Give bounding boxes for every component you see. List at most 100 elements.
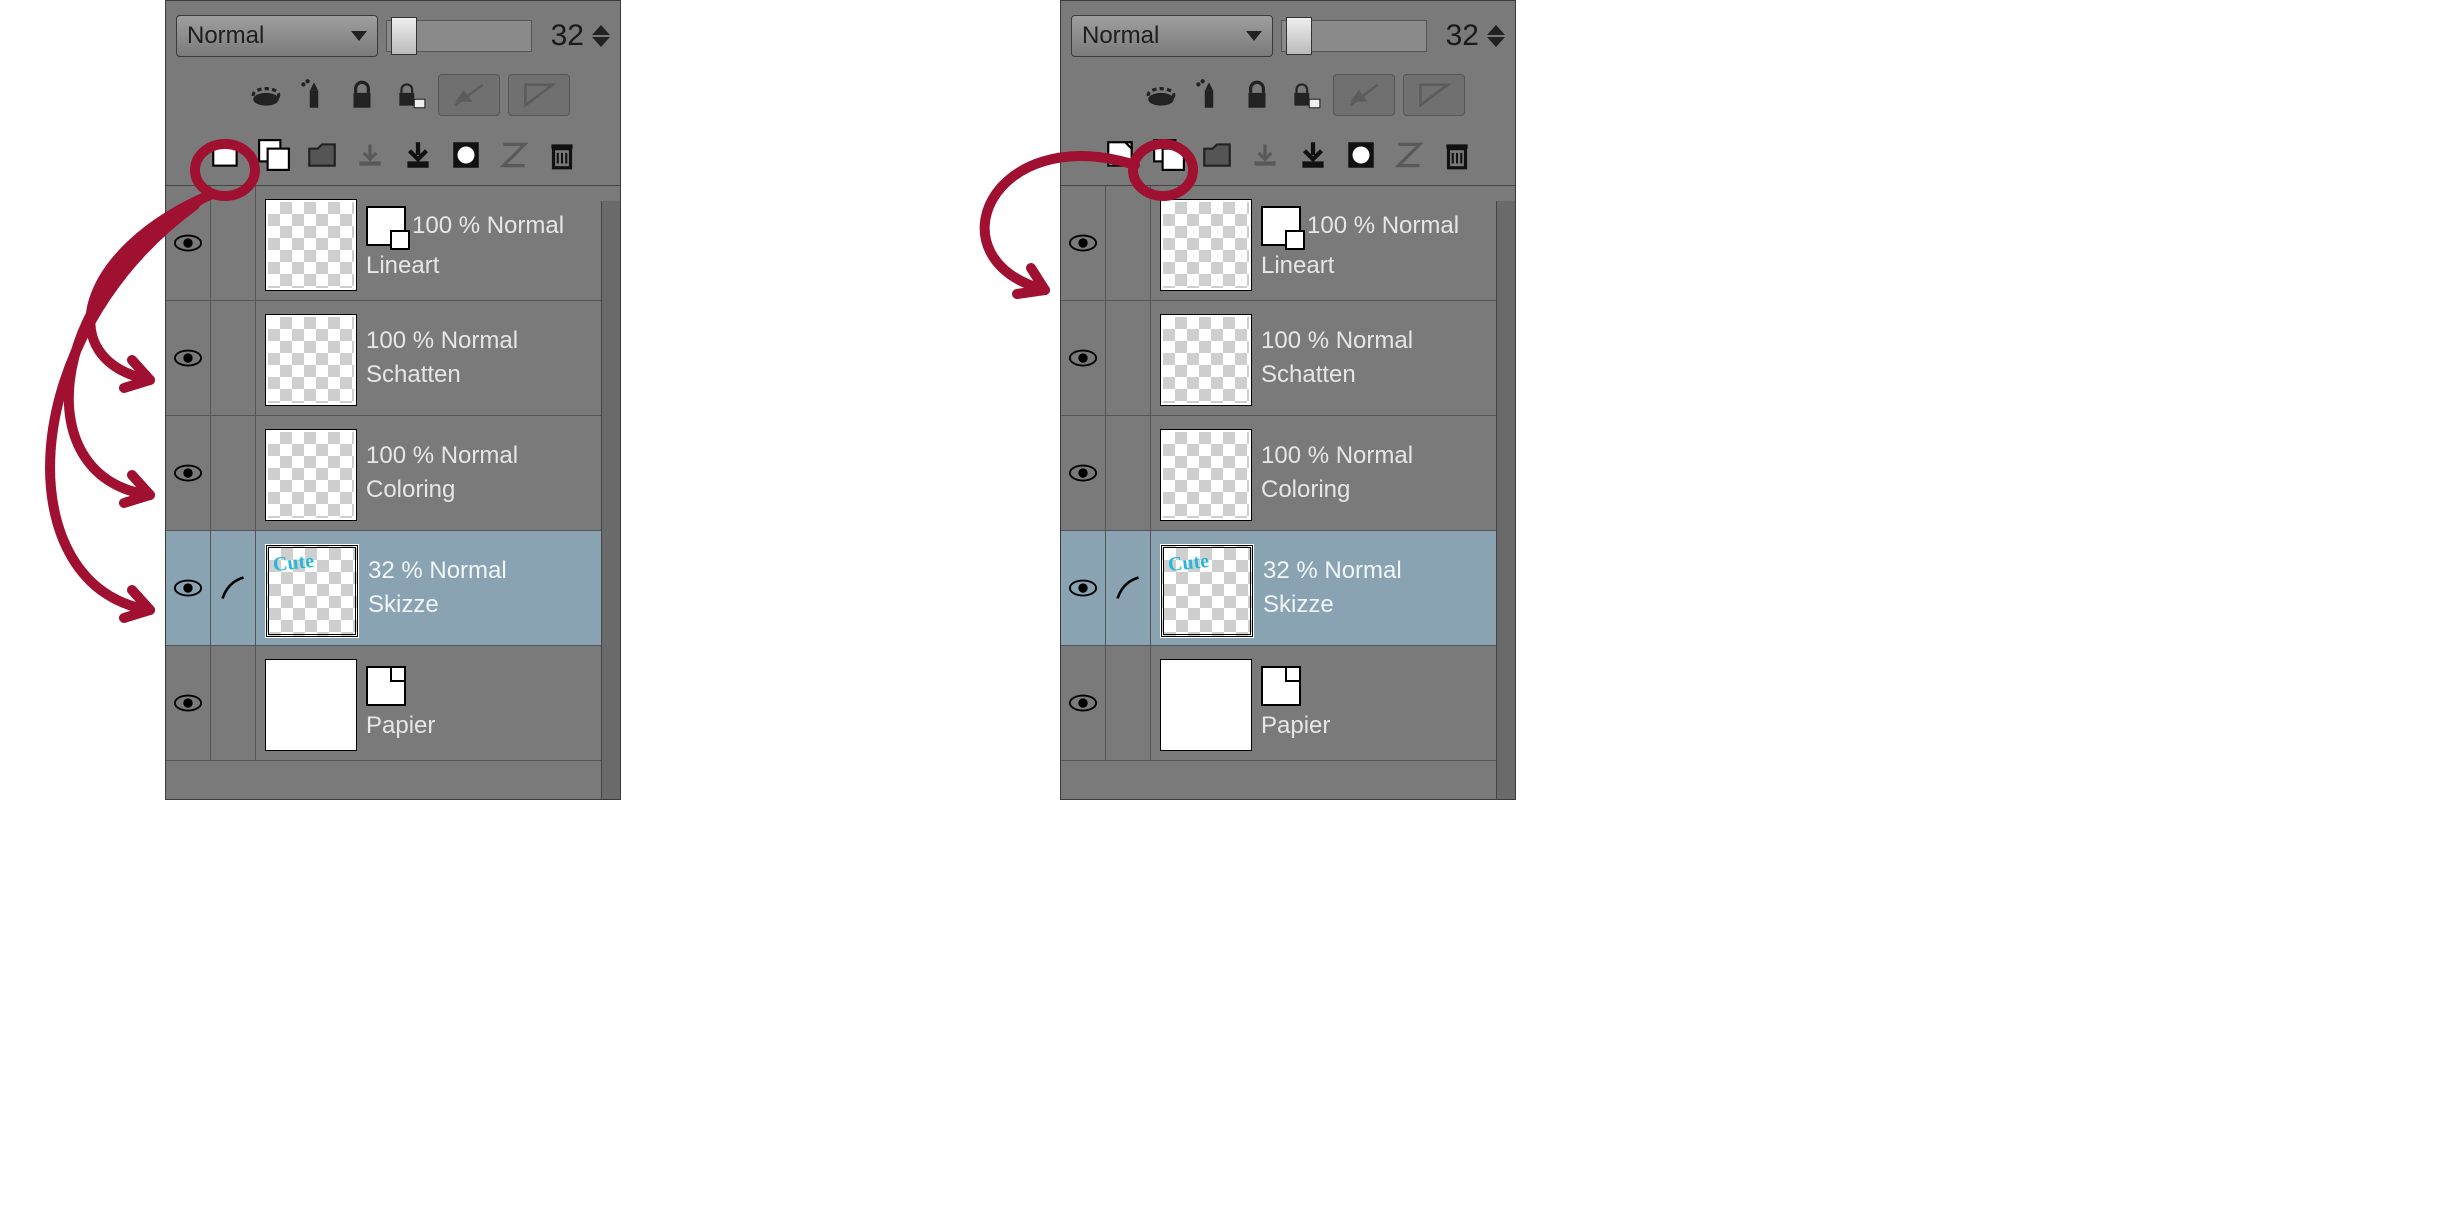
puck-icon[interactable] xyxy=(1141,75,1181,115)
new-layer-set-icon[interactable] xyxy=(254,135,294,175)
visibility-eye-icon[interactable] xyxy=(166,416,211,530)
opacity-slider-knob[interactable] xyxy=(1286,17,1312,55)
scrollbar[interactable] xyxy=(1496,201,1515,799)
opacity-value: 32 xyxy=(1435,19,1479,53)
opacity-slider[interactable] xyxy=(1281,20,1427,52)
layer-opacity-label: 32 % Normal xyxy=(368,557,507,585)
visibility-eye-icon[interactable] xyxy=(1061,186,1106,300)
layer-thumbnail[interactable] xyxy=(266,430,356,520)
visibility-eye-icon[interactable] xyxy=(166,646,211,760)
scrollbar[interactable] xyxy=(601,201,620,799)
layer-name: Coloring xyxy=(366,476,620,504)
layers-panel-right: Normal 32 100 % NormalLineart100 % Norma… xyxy=(1060,0,1516,800)
lock-alpha-icon[interactable] xyxy=(390,75,430,115)
active-pen-icon xyxy=(1106,416,1151,530)
opacity-spinner[interactable] xyxy=(592,25,610,47)
visibility-eye-icon[interactable] xyxy=(166,301,211,415)
toolbar-row-1 xyxy=(1061,65,1515,125)
layer-row[interactable]: Cute32 % NormalSkizze xyxy=(1061,531,1515,646)
new-folder-icon[interactable] xyxy=(302,135,342,175)
layer-thumbnail[interactable] xyxy=(266,315,356,405)
layer-thumbnail[interactable] xyxy=(266,200,356,290)
active-pen-icon xyxy=(211,531,256,645)
layer-mask-icon[interactable] xyxy=(1341,135,1381,175)
active-pen-icon xyxy=(211,186,256,300)
visibility-eye-icon[interactable] xyxy=(1061,646,1106,760)
transfer-down-2-icon[interactable] xyxy=(398,135,438,175)
spinner-down-icon[interactable] xyxy=(592,37,610,47)
mask-disabled-icon[interactable] xyxy=(1333,74,1395,116)
layer-thumbnail[interactable] xyxy=(1161,200,1251,290)
new-layer-icon[interactable] xyxy=(206,135,246,175)
lock-alpha-icon[interactable] xyxy=(1285,75,1325,115)
layer-thumbnail[interactable] xyxy=(1161,315,1251,405)
trash-icon[interactable] xyxy=(1437,135,1477,175)
new-layer-icon[interactable] xyxy=(1101,135,1141,175)
mask-disabled-icon[interactable] xyxy=(438,74,500,116)
opacity-value: 32 xyxy=(540,19,584,53)
visibility-eye-icon[interactable] xyxy=(1061,416,1106,530)
layer-row[interactable]: 100 % NormalLineart xyxy=(1061,186,1515,301)
active-pen-icon xyxy=(211,301,256,415)
layer-row[interactable]: 100 % NormalSchatten xyxy=(166,301,620,416)
blend-mode-select[interactable]: Normal xyxy=(176,15,378,57)
spinner-down-icon[interactable] xyxy=(1487,37,1505,47)
chevron-down-icon xyxy=(351,31,367,41)
ruler-disabled-icon[interactable] xyxy=(508,74,570,116)
opacity-slider-knob[interactable] xyxy=(391,17,417,55)
layer-name: Papier xyxy=(1261,712,1515,740)
lock-icon[interactable] xyxy=(1237,75,1277,115)
lock-icon[interactable] xyxy=(342,75,382,115)
transfer-down-1-icon[interactable] xyxy=(350,135,390,175)
visibility-eye-icon[interactable] xyxy=(166,186,211,300)
layer-row[interactable]: Papier xyxy=(1061,646,1515,761)
visibility-eye-icon[interactable] xyxy=(166,531,211,645)
puck-icon[interactable] xyxy=(246,75,286,115)
layer-row[interactable]: 100 % NormalSchatten xyxy=(1061,301,1515,416)
layer-thumbnail[interactable] xyxy=(266,660,356,750)
spray-icon[interactable] xyxy=(1189,75,1229,115)
active-pen-icon xyxy=(1106,531,1151,645)
new-folder-icon[interactable] xyxy=(1197,135,1237,175)
spinner-up-icon[interactable] xyxy=(592,25,610,35)
layer-opacity-label: 100 % Normal xyxy=(412,212,564,240)
opacity-slider[interactable] xyxy=(386,20,532,52)
layer-name: Skizze xyxy=(1263,591,1515,619)
layer-opacity-label: 100 % Normal xyxy=(366,327,518,355)
active-pen-icon xyxy=(1106,301,1151,415)
layer-mask-icon[interactable] xyxy=(446,135,486,175)
layers-panel-left: Normal 32 100 % NormalLineart100 % Norma… xyxy=(165,0,621,800)
toolbar-row-2 xyxy=(166,125,620,185)
layer-row[interactable]: Cute32 % NormalSkizze xyxy=(166,531,620,646)
layer-row[interactable]: 100 % NormalColoring xyxy=(1061,416,1515,531)
layer-name: Schatten xyxy=(1261,361,1515,389)
layer-info: 100 % Normal Coloring xyxy=(366,416,620,530)
layer-opacity-label: 100 % Normal xyxy=(366,442,518,470)
blend-mode-label: Normal xyxy=(187,22,264,50)
layer-name: Papier xyxy=(366,712,620,740)
layer-row[interactable]: 100 % Normal Coloring xyxy=(166,416,620,531)
transfer-down-1-icon[interactable] xyxy=(1245,135,1285,175)
new-layer-set-icon[interactable] xyxy=(1149,135,1189,175)
layer-thumbnail[interactable]: Cute xyxy=(266,545,358,637)
paper-icon xyxy=(366,666,406,706)
fx-icon[interactable] xyxy=(1389,135,1429,175)
ruler-disabled-icon[interactable] xyxy=(1403,74,1465,116)
layer-row[interactable]: Papier xyxy=(166,646,620,761)
fx-icon[interactable] xyxy=(494,135,534,175)
layer-row[interactable]: 100 % NormalLineart xyxy=(166,186,620,301)
layer-list: 100 % NormalLineart100 % NormalSchatten1… xyxy=(166,185,620,761)
layer-thumbnail[interactable]: Cute xyxy=(1161,545,1253,637)
layer-opacity-label: 100 % Normal xyxy=(1261,442,1413,470)
visibility-eye-icon[interactable] xyxy=(1061,531,1106,645)
layer-thumbnail[interactable] xyxy=(1161,660,1251,750)
visibility-eye-icon[interactable] xyxy=(1061,301,1106,415)
blend-mode-select[interactable]: Normal xyxy=(1071,15,1273,57)
thumbnail-text: Cute xyxy=(272,550,315,577)
spinner-up-icon[interactable] xyxy=(1487,25,1505,35)
trash-icon[interactable] xyxy=(542,135,582,175)
transfer-down-2-icon[interactable] xyxy=(1293,135,1333,175)
layer-thumbnail[interactable] xyxy=(1161,430,1251,520)
opacity-spinner[interactable] xyxy=(1487,25,1505,47)
spray-icon[interactable] xyxy=(294,75,334,115)
